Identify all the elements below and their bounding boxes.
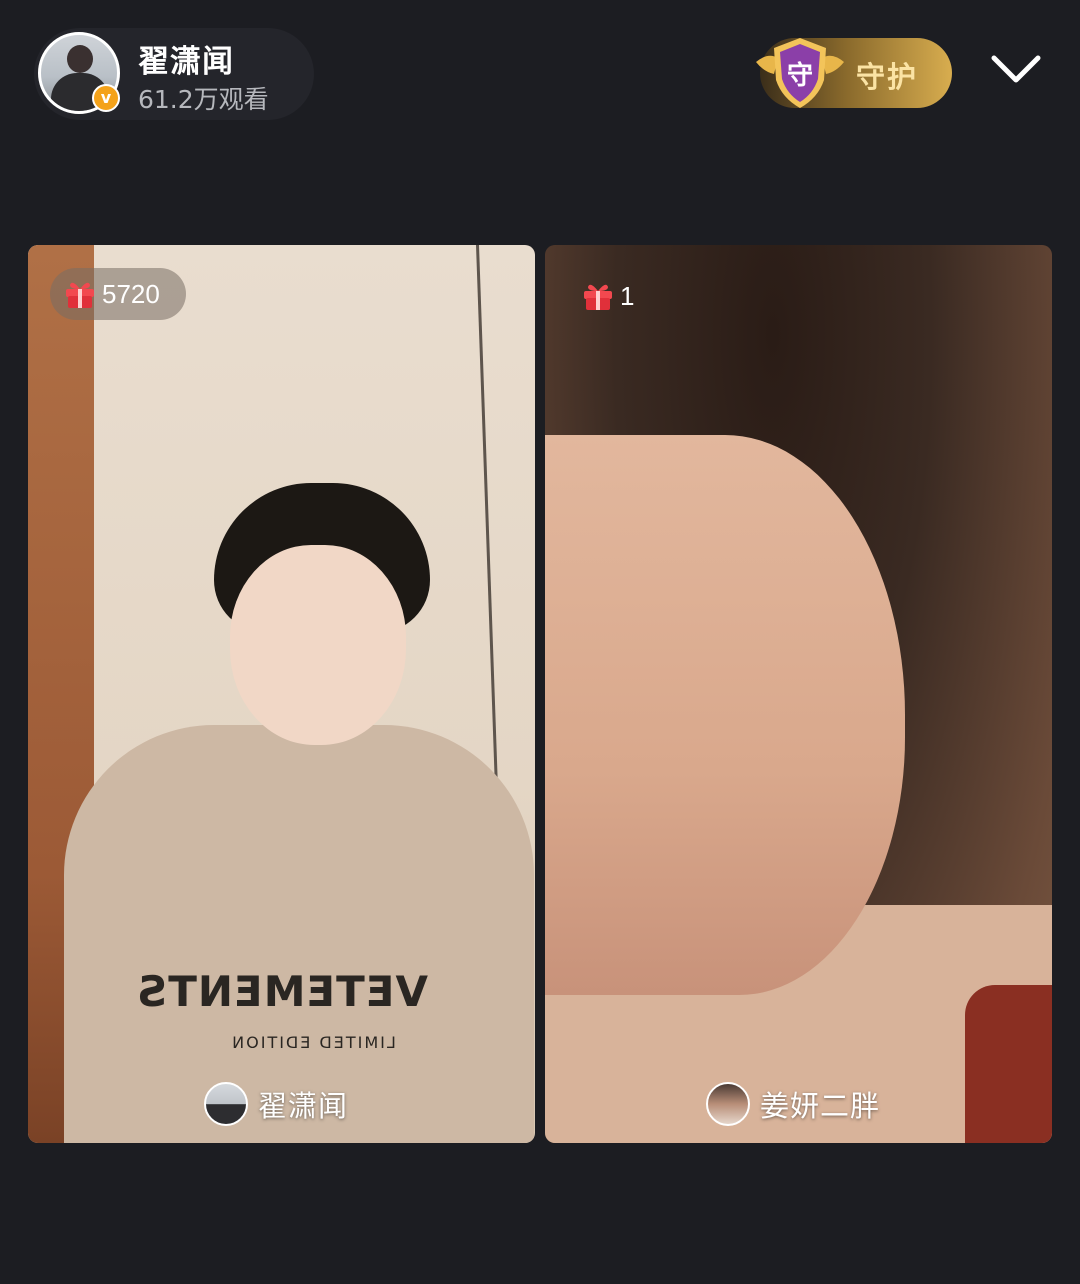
live-stream-screen: v 翟潇闻 61.2万观看 守 守护 VETEMENTS LIMITED EDI… bbox=[0, 0, 1080, 1284]
host-face bbox=[230, 545, 406, 745]
red-pillow bbox=[965, 985, 1052, 1143]
guard-shield-icon: 守 bbox=[756, 38, 844, 108]
guest-face bbox=[545, 435, 905, 995]
viewer-count: 61.2万观看 bbox=[138, 85, 269, 114]
name-tag-guest[interactable]: 姜妍二胖 bbox=[706, 1080, 880, 1128]
guard-shield-char: 守 bbox=[787, 60, 813, 91]
gift-icon bbox=[66, 282, 94, 308]
gift-counter-host[interactable]: 5720 bbox=[50, 268, 186, 320]
video-panel-host[interactable]: VETEMENTS LIMITED EDITION bbox=[28, 245, 535, 1143]
chevron-down-icon[interactable] bbox=[988, 50, 1044, 90]
verified-badge-icon: v bbox=[92, 84, 120, 112]
avatar-head-shape bbox=[67, 45, 93, 73]
gift-count-host: 5720 bbox=[102, 278, 160, 309]
gift-icon bbox=[584, 284, 612, 310]
host-name[interactable]: 翟潇闻 bbox=[138, 36, 234, 81]
host-tag-avatar bbox=[204, 1082, 248, 1126]
gift-counter-guest[interactable]: 1 bbox=[580, 270, 650, 322]
name-tag-host[interactable]: 翟潇闻 bbox=[204, 1080, 348, 1128]
host-tag-name: 翟潇闻 bbox=[258, 1089, 349, 1123]
shirt-print-text: VETEMENTS bbox=[135, 967, 428, 1016]
guest-tag-name: 姜妍二胖 bbox=[760, 1089, 881, 1123]
gift-count-guest: 1 bbox=[620, 280, 635, 311]
guest-tag-avatar bbox=[706, 1082, 750, 1126]
shirt-print-subtext: LIMITED EDITION bbox=[230, 1033, 396, 1052]
guard-label: 守护 bbox=[856, 60, 919, 94]
video-panel-guest[interactable] bbox=[545, 245, 1052, 1143]
